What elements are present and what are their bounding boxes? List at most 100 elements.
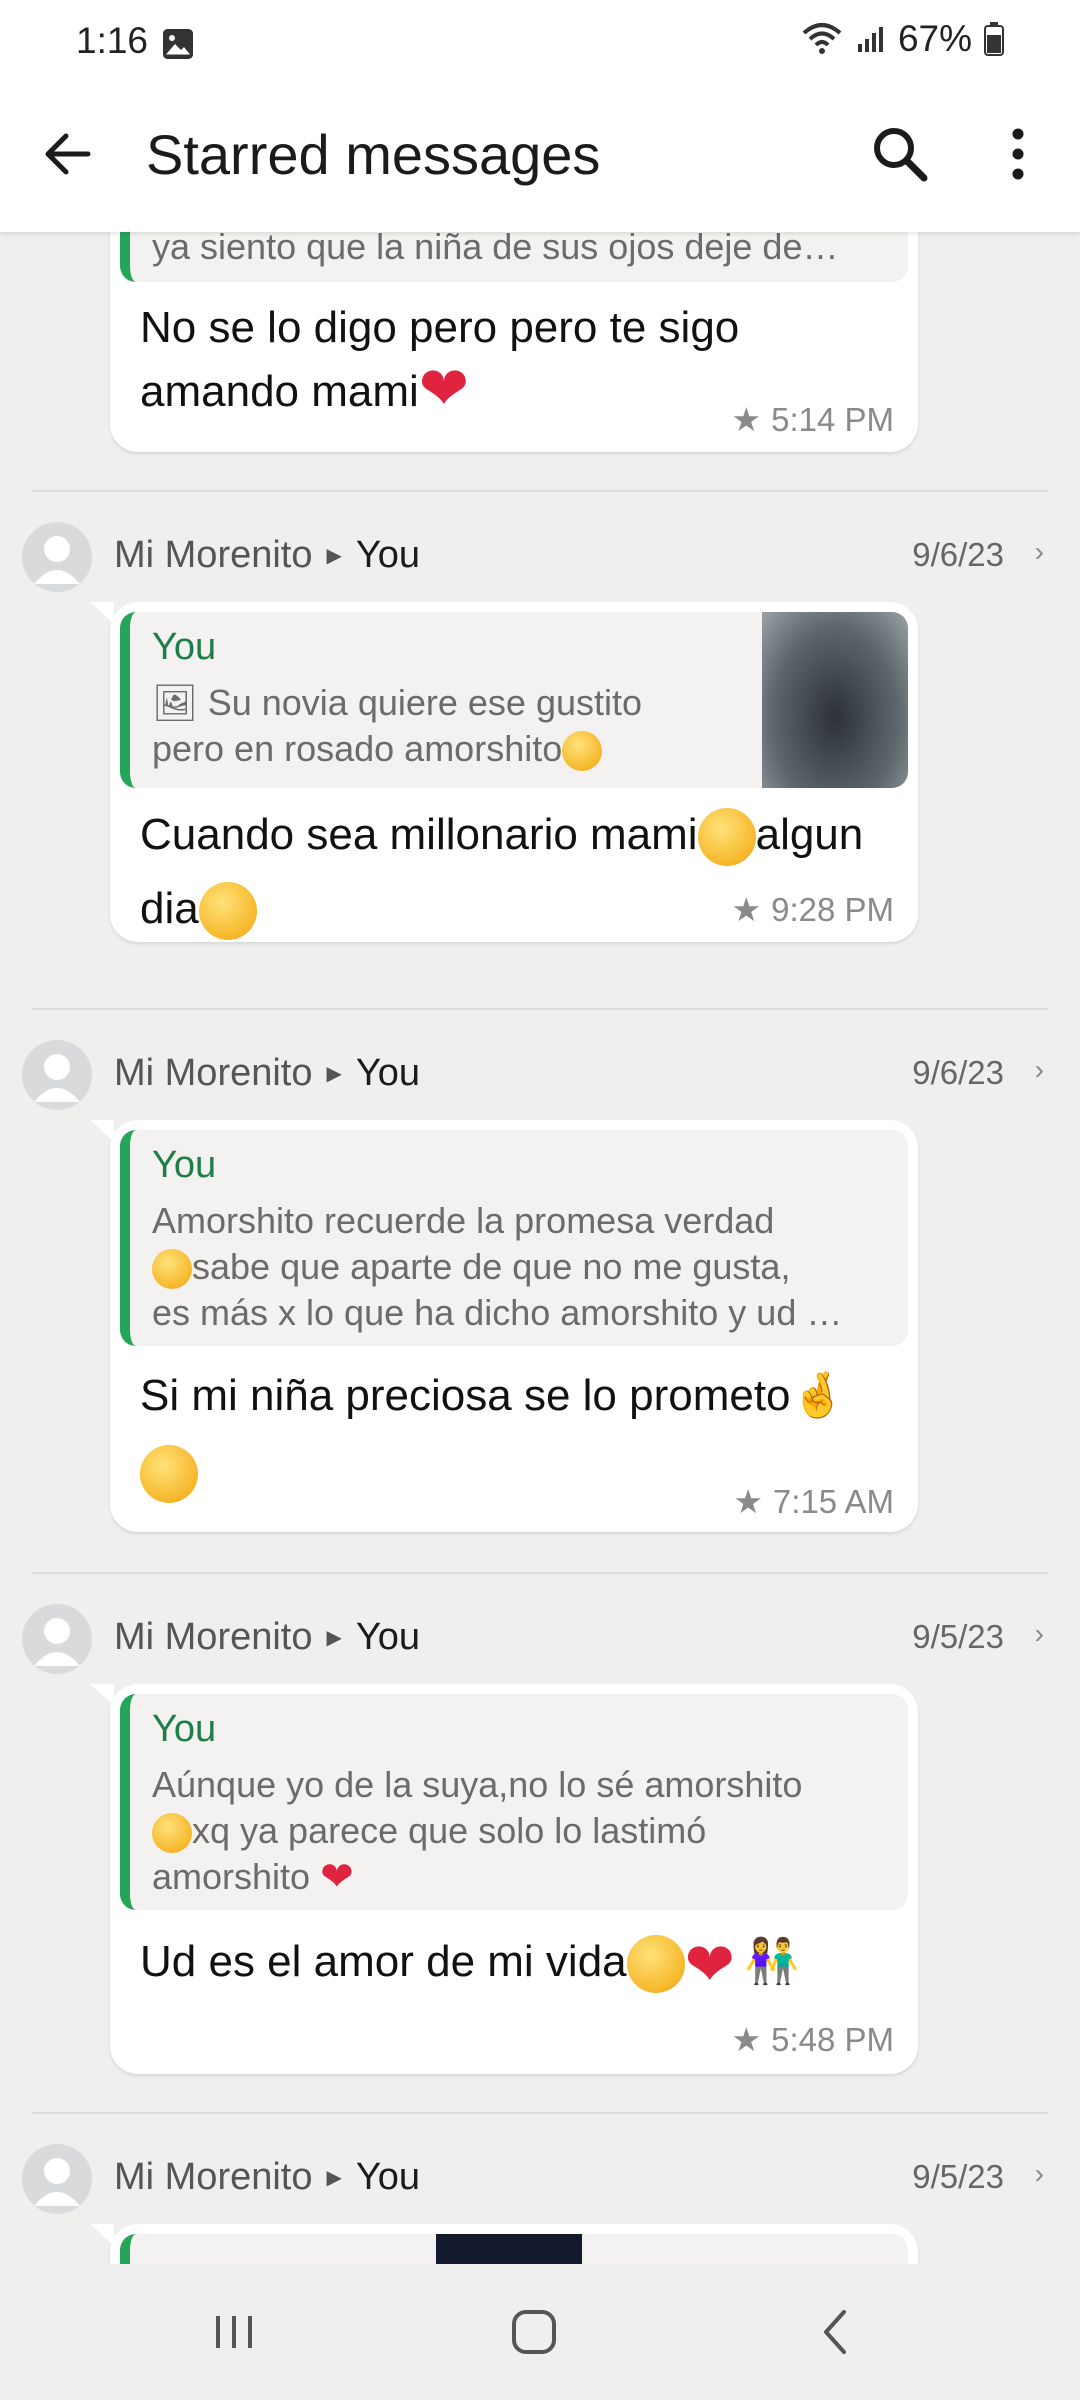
message-line-text: amando mami <box>140 367 419 416</box>
time-text: 5:48 PM <box>771 2020 894 2058</box>
heart-emoji <box>320 1854 362 1900</box>
starred-item-header[interactable]: Mi Morenito ▶ You 9/6/23 › <box>0 1040 1080 1120</box>
heart-emoji <box>419 357 479 421</box>
quoted-line: 🖼 Su novia quiere ese gustito <box>152 680 642 726</box>
star-icon: ★ <box>733 1483 763 1520</box>
star-icon: ★ <box>731 401 762 438</box>
sender-name: Mi Morenito <box>114 1052 313 1094</box>
message-line: Cuando sea millonario mami algun <box>140 798 863 872</box>
back-arrow-icon[interactable] <box>36 122 100 186</box>
starred-item-header[interactable]: Mi Morenito ▶ You 9/6/23 › <box>0 522 1080 602</box>
default-avatar-icon <box>34 1054 80 1102</box>
recent-apps-icon[interactable] <box>204 2302 264 2362</box>
arrow-icon: ▶ <box>326 1063 342 1085</box>
message-line-text: Ud es el amor de mi vida <box>140 1937 627 1986</box>
pleading-face-emoji <box>198 882 257 941</box>
quoted-sender: You <box>152 1708 217 1750</box>
message-date: 9/5/23 <box>912 2158 1004 2195</box>
recipient-name: You <box>355 534 421 576</box>
time-text: 7:15 AM <box>772 1482 894 1520</box>
message-line: Ud es el amor de mi vida 👫 <box>140 1924 799 2003</box>
quoted-message[interactable]: ya siento que la niña de sus ojos deje d… <box>120 232 908 282</box>
back-nav-icon[interactable] <box>808 2302 868 2362</box>
quoted-image-thumbnail[interactable] <box>762 612 908 788</box>
time-text: 5:14 PM <box>771 400 894 438</box>
status-indicators: 67% <box>800 18 1004 60</box>
message-text: Ud es el amor de mi vida 👫 <box>140 1924 799 2003</box>
system-navigation-bar <box>0 2264 1080 2400</box>
message-bubble[interactable]: You 🖼 Su novia quiere ese gustito pero e… <box>90 602 918 942</box>
more-options-icon[interactable] <box>990 120 1046 188</box>
heart-emoji <box>685 1927 745 2003</box>
wifi-icon <box>802 23 842 54</box>
quoted-message[interactable]: You 🖼 Su novia quiere ese gustito pero e… <box>120 612 908 788</box>
home-icon[interactable] <box>504 2302 564 2362</box>
chevron-right-icon[interactable]: › <box>1035 1054 1044 1086</box>
pleading-face-emoji <box>152 1249 192 1290</box>
quoted-image-thumbnail[interactable] <box>436 2234 582 2264</box>
quoted-line: sabe que aparte de que no me gusta, <box>152 1244 842 1290</box>
quoted-line-text: pero en rosado amorshito <box>152 728 563 769</box>
message-line-text: Cuando sea millonario mami <box>140 810 698 859</box>
divider <box>32 490 1048 492</box>
message-bubble[interactable]: ya siento que la niña de sus ojos deje d… <box>110 232 918 452</box>
quoted-sender: You <box>152 1144 217 1186</box>
quoted-text: 🖼 Su novia quiere ese gustito pero en ro… <box>152 680 642 772</box>
pleading-face-emoji <box>626 1935 685 1994</box>
quoted-sender: You <box>152 626 217 668</box>
arrow-icon: ▶ <box>326 545 342 567</box>
gallery-notification-icon <box>163 29 193 59</box>
message-bubble[interactable]: You Amorshito recuerde la promesa verdad… <box>90 1120 918 1532</box>
message-line: amando mami <box>140 357 739 424</box>
sender-name: Mi Morenito <box>114 2156 313 2198</box>
message-time: ★ 9:28 PM <box>732 890 895 929</box>
avatar[interactable] <box>22 1604 92 1674</box>
quoted-message[interactable] <box>120 2234 908 2264</box>
chevron-right-icon[interactable]: › <box>1035 2158 1044 2190</box>
page-title: Starred messages <box>146 123 601 186</box>
quoted-message[interactable]: You Amorshito recuerde la promesa verdad… <box>120 1130 908 1346</box>
signal-icon <box>857 27 883 52</box>
smiling-hearts-emoji <box>697 808 756 867</box>
quoted-line: Aúnque yo de la suya,no lo sé amorshito <box>152 1764 803 1805</box>
quoted-line: es más x lo que ha dicho amorshito y ud … <box>152 1292 843 1333</box>
sender-name: Mi Morenito <box>114 1616 313 1658</box>
quoted-text: Aúnque yo de la suya,no lo sé amorshito … <box>152 1762 802 1900</box>
quoted-line-text: sabe que aparte de que no me gusta, <box>192 1246 791 1287</box>
avatar[interactable] <box>22 1040 92 1110</box>
sender-line: Mi Morenito ▶ You <box>114 2156 420 2199</box>
pleading-face-emoji <box>140 1445 198 1504</box>
search-icon[interactable] <box>866 120 934 188</box>
default-avatar-icon <box>34 2158 80 2206</box>
starred-item-header[interactable]: Mi Morenito ▶ You 9/5/23 › <box>0 2144 1080 2224</box>
message-time: ★ 7:15 AM <box>733 1482 894 1521</box>
quoted-text: Amorshito recuerde la promesa verdad sab… <box>152 1198 842 1336</box>
sender-line: Mi Morenito ▶ You <box>114 534 420 577</box>
message-text: No se lo digo pero pero te sigo amando m… <box>140 296 739 424</box>
message-date: 9/6/23 <box>912 1054 1004 1091</box>
message-bubble[interactable]: You Aúnque yo de la suya,no lo sé amorsh… <box>90 1684 918 2074</box>
message-time: ★ 5:48 PM <box>732 2020 895 2059</box>
avatar[interactable] <box>22 2144 92 2214</box>
recipient-name: You <box>355 2156 421 2198</box>
quoted-text: ya siento que la niña de sus ojos deje d… <box>152 232 839 267</box>
sender-name: Mi Morenito <box>114 534 313 576</box>
message-time: ★ 5:14 PM <box>732 400 895 439</box>
starred-messages-list[interactable]: ya siento que la niña de sus ojos deje d… <box>0 232 1080 2264</box>
sender-line: Mi Morenito ▶ You <box>114 1616 420 1659</box>
message-date: 9/6/23 <box>912 536 1004 573</box>
battery-percent: 67% <box>897 18 972 59</box>
message-bubble[interactable] <box>90 2224 918 2264</box>
recipient-name: You <box>355 1616 421 1658</box>
quoted-line: amorshito <box>152 1854 802 1900</box>
avatar[interactable] <box>22 522 92 592</box>
divider <box>32 1572 1048 1574</box>
status-time: 1:16 <box>76 20 149 61</box>
starred-item-header[interactable]: Mi Morenito ▶ You 9/5/23 › <box>0 1604 1080 1684</box>
quoted-message[interactable]: You Aúnque yo de la suya,no lo sé amorsh… <box>120 1694 908 1910</box>
default-avatar-icon <box>34 536 80 584</box>
chevron-right-icon[interactable]: › <box>1035 1618 1044 1650</box>
chevron-right-icon[interactable]: › <box>1035 536 1044 568</box>
divider <box>32 2112 1048 2114</box>
smiling-hearts-emoji <box>562 731 603 772</box>
